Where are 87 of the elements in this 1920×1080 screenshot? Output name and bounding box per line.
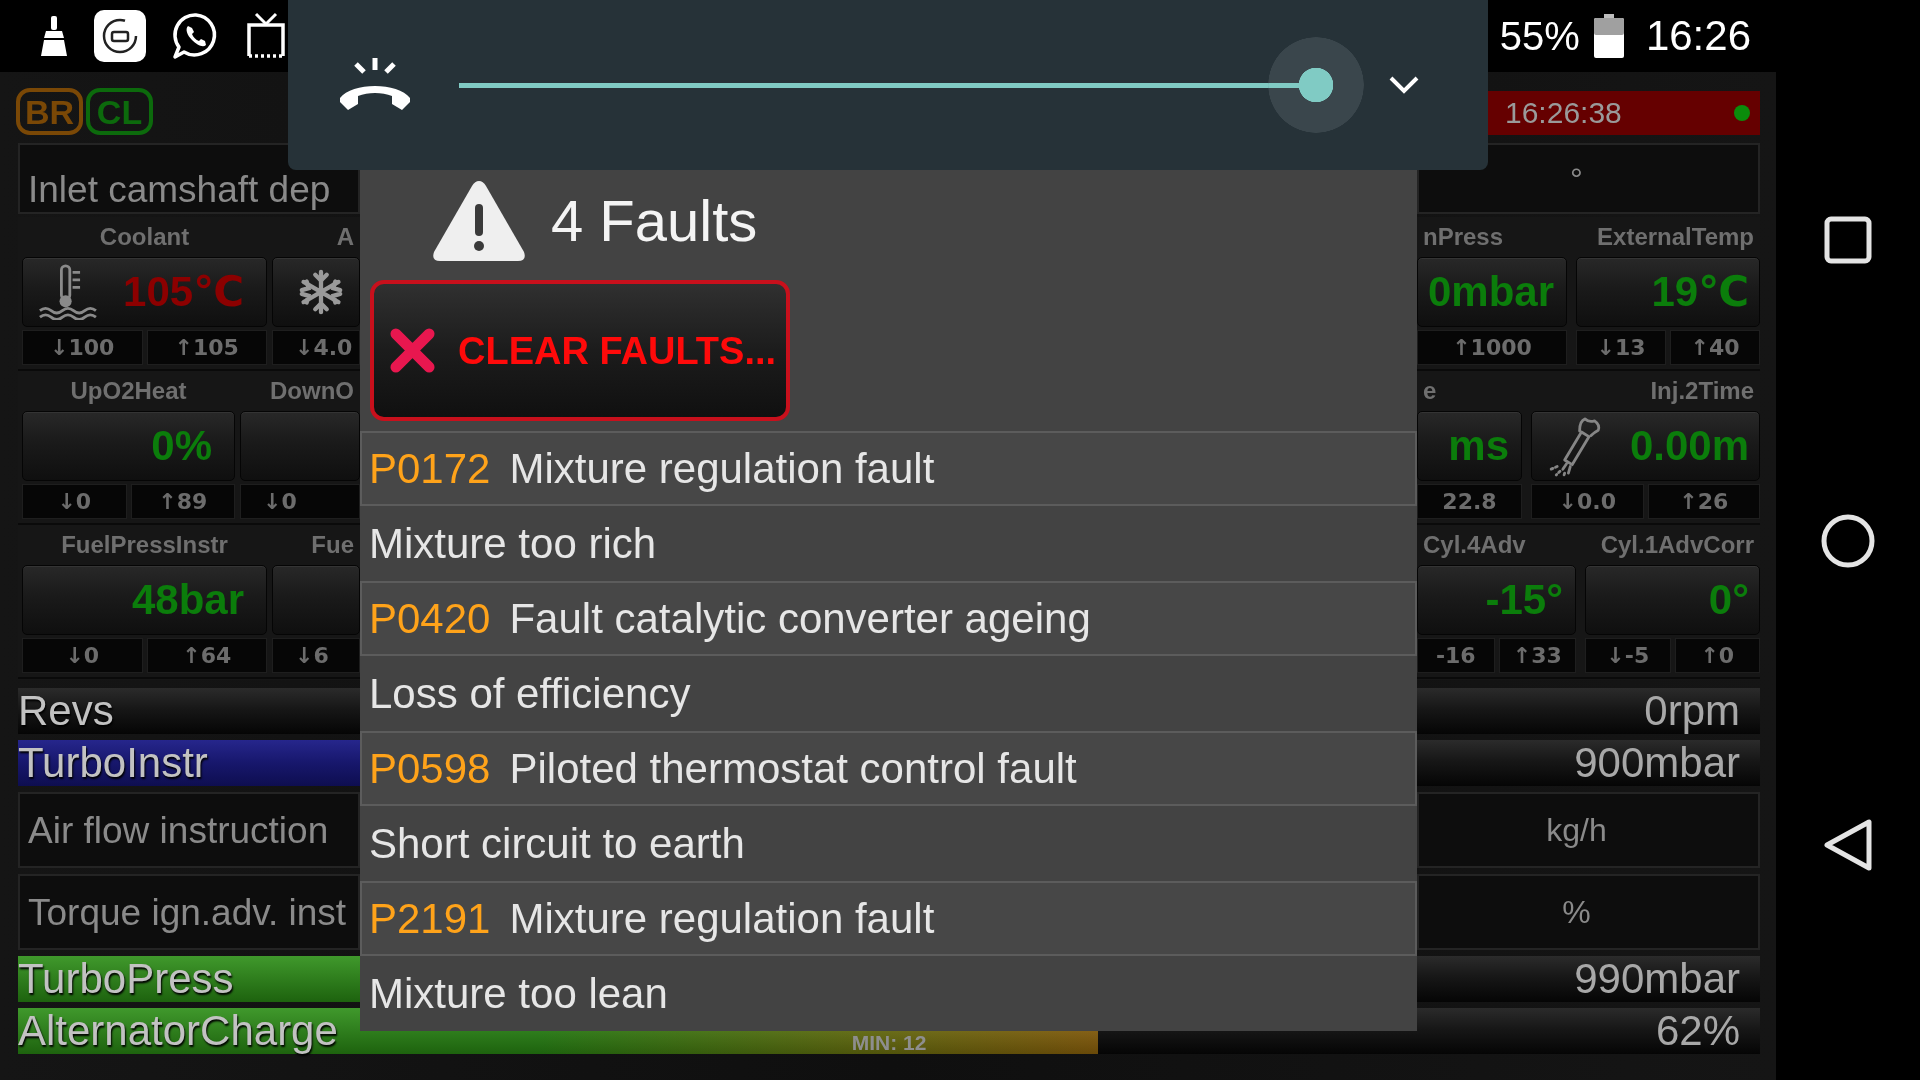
- gauge-label: e: [1423, 379, 1437, 403]
- bar-value: 0rpm: [1644, 690, 1740, 732]
- bar-min-label: MIN: 12: [851, 1032, 927, 1054]
- dialog-title: 4 Faults: [551, 192, 758, 250]
- gauge-stat: -16: [1417, 638, 1495, 673]
- triangle-nav-icon[interactable]: [1823, 818, 1873, 872]
- cross-icon: [389, 327, 436, 374]
- gauge-value: 48bar: [131, 579, 244, 621]
- clear-faults-button[interactable]: CLEAR FAULTS...: [370, 280, 790, 421]
- square-nav-icon[interactable]: [1824, 216, 1872, 264]
- fault-detail: Short circuit to earth: [369, 822, 745, 865]
- fault-name: Mixture regulation fault: [509, 897, 935, 940]
- gauge-label: Cyl.4Adv: [1423, 533, 1526, 557]
- mode-tag: CL: [86, 88, 153, 135]
- gauge-value: ms: [1448, 425, 1509, 467]
- status-dot-icon: [1734, 105, 1750, 121]
- bar-value: 62%: [1655, 1010, 1740, 1052]
- gauge-stat: ↑64: [146, 638, 267, 673]
- gauge-stat: ↑26: [1647, 484, 1760, 519]
- snowflake-icon: [298, 269, 344, 315]
- battery-icon: [1593, 14, 1624, 58]
- bar-label: Revs: [18, 690, 114, 732]
- broom-icon: [40, 16, 68, 56]
- description-field: Air flow instruction: [18, 792, 360, 868]
- bar-value: 990mbar: [1574, 958, 1740, 1000]
- fault-detail: Mixture too lean: [369, 972, 668, 1015]
- description-field: Torque ign.adv. inst: [18, 874, 360, 950]
- unit-field: %: [1417, 874, 1760, 950]
- fault-code: P2191: [369, 897, 491, 940]
- bar-label: AlternatorCharge: [18, 1010, 338, 1052]
- fault-code: P0420: [369, 597, 491, 640]
- gauge-stat: ↓0: [22, 638, 143, 673]
- status-time: 16:26: [1645, 15, 1751, 57]
- clock-time: 16:26:38: [1505, 98, 1622, 128]
- fault-code: P0172: [369, 447, 491, 490]
- gauge-label: Inj.2Time: [1650, 379, 1754, 403]
- circle-nav-icon[interactable]: [1821, 514, 1875, 568]
- gauge-stat: ↓0: [22, 484, 127, 519]
- gauge-label: ExternalTemp: [1597, 225, 1754, 249]
- gauge-stat: ↓4.0: [272, 330, 360, 365]
- gauge-label: DownO: [270, 379, 354, 403]
- unit-field: °: [1417, 143, 1760, 214]
- battery-percent: 55%: [1499, 16, 1580, 56]
- thermometer-waves-icon: [37, 264, 97, 320]
- gauge-stat: ↓13: [1576, 330, 1666, 365]
- chevron-down-icon[interactable]: [1388, 75, 1420, 95]
- tv-icon: [246, 12, 286, 60]
- gauge-value: -15°: [1485, 579, 1563, 621]
- mode-tag: BR: [16, 88, 83, 135]
- fault-name: Mixture regulation fault: [509, 447, 935, 490]
- gauge-stat: ↓0.0: [1531, 484, 1644, 519]
- gauge-value: 0mbar: [1428, 271, 1555, 313]
- fault-name: Piloted thermostat control fault: [509, 747, 1077, 790]
- gauge-label: FuelPressInstr: [61, 533, 228, 557]
- gauge-stat: ↓6: [272, 638, 360, 673]
- fault-detail: Mixture too rich: [369, 522, 657, 565]
- unit-field: kg/h: [1417, 792, 1760, 868]
- description-field: Inlet camshaft dep: [18, 143, 360, 214]
- gauge-value: 0%: [151, 425, 212, 467]
- gauge-label: nPress: [1423, 225, 1504, 249]
- gauge-label: A: [336, 225, 354, 249]
- gauge-label: Fue: [311, 533, 354, 557]
- bar-label: TurboInstr: [18, 742, 208, 784]
- fault-name: Fault catalytic converter ageing: [509, 597, 1091, 640]
- gauge-stat: ↑1000: [1417, 330, 1567, 365]
- gauge-value: 105℃: [123, 271, 244, 313]
- warning-icon: [431, 178, 527, 264]
- gauge-stat: ↓0: [240, 484, 360, 519]
- gauge-stat: ↓-5: [1585, 638, 1671, 673]
- gauge-stat: ↑0: [1674, 638, 1760, 673]
- gauge-label: Cyl.1AdvCorr: [1600, 533, 1754, 557]
- gauge-value: 0.00m: [1629, 425, 1749, 467]
- app-logo-icon: [94, 10, 146, 62]
- fault-detail: Loss of efficiency: [369, 672, 691, 715]
- gauge-value: 0°: [1708, 579, 1749, 621]
- gauge-stat: ↓100: [22, 330, 143, 365]
- gauge-stat: ↑89: [130, 484, 235, 519]
- gauge-label: Coolant: [99, 225, 190, 249]
- gauge-stat: ↑33: [1498, 638, 1576, 673]
- gauge-stat: ↑105: [146, 330, 267, 365]
- gauge-stat: ↑40: [1670, 330, 1760, 365]
- gauge-stat: 22.8: [1417, 484, 1522, 519]
- fault-code: P0598: [369, 747, 491, 790]
- bar-value: 900mbar: [1574, 742, 1740, 784]
- gauge-label: UpO2Heat: [70, 379, 187, 403]
- bar-label: TurboPress: [18, 958, 234, 1000]
- gauge-value: 19℃: [1651, 271, 1749, 313]
